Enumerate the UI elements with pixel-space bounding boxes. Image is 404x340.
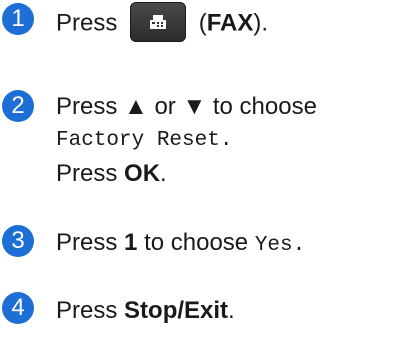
step-2-end: . bbox=[160, 160, 167, 187]
fax-label-open: ( bbox=[198, 9, 207, 37]
step-1-badge: 1 bbox=[2, 3, 34, 35]
step-4-press: Press bbox=[56, 297, 118, 324]
step-4-text: Press Stop/Exit. bbox=[56, 296, 235, 326]
step-3-text: Press 1 to choose Yes. bbox=[56, 228, 305, 261]
step-3-middle: to choose bbox=[144, 229, 249, 256]
step-3-badge: 3 bbox=[2, 225, 34, 257]
step-2-line1: Press ▲ or ▼ to choose bbox=[56, 93, 317, 120]
step-2-press: Press bbox=[56, 160, 118, 187]
stop-exit-key: Stop/Exit bbox=[124, 297, 229, 324]
step-3-value: Yes. bbox=[254, 234, 306, 257]
step-1-press: Press bbox=[56, 9, 118, 37]
step-4-end: . bbox=[228, 297, 235, 324]
step-2-badge: 2 bbox=[2, 90, 34, 122]
step-1-text: Press (FAX). bbox=[56, 2, 269, 44]
ok-key: OK bbox=[124, 160, 161, 187]
step-3-press: Press bbox=[56, 229, 118, 256]
key-1: 1 bbox=[124, 229, 138, 256]
fax-label-close: ). bbox=[253, 9, 269, 37]
step-4-badge: 4 bbox=[2, 292, 34, 324]
fax-icon bbox=[150, 15, 167, 29]
step-2-line3: Press OK. bbox=[56, 159, 167, 189]
fax-label: FAX bbox=[206, 9, 254, 37]
fax-button[interactable] bbox=[130, 2, 187, 42]
step-2-line2: Factory Reset. bbox=[56, 129, 233, 152]
